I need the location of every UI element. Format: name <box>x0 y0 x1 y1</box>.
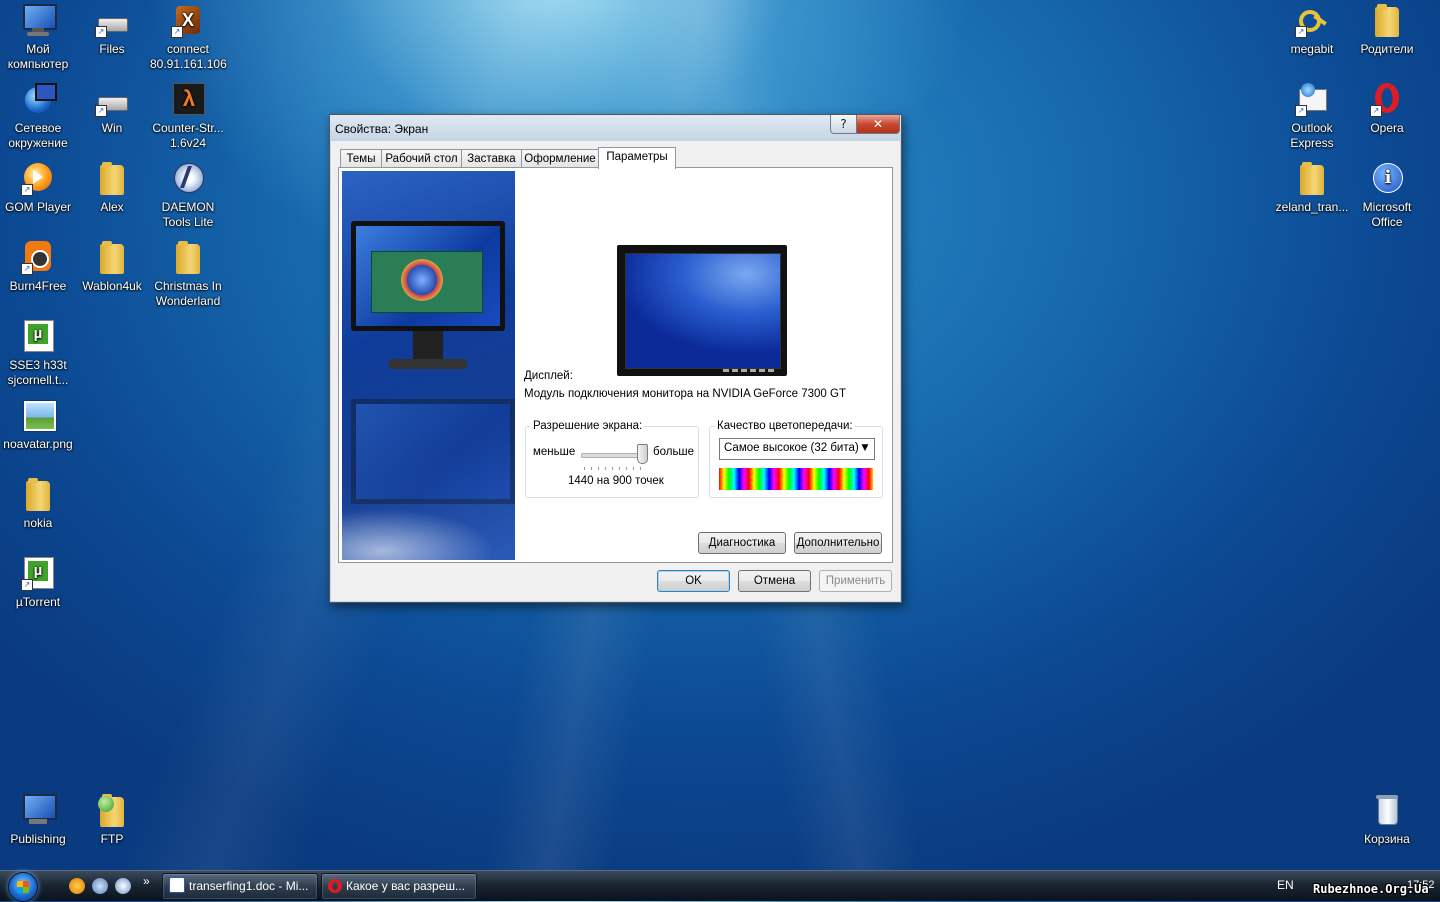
desktop-icon-microsoft-office[interactable]: i Microsoft Office <box>1349 162 1425 230</box>
desktop-icon-outlook-express[interactable]: ↗ Outlook Express <box>1274 83 1350 151</box>
color-quality-value: Самое высокое (32 бита) <box>724 442 859 454</box>
desktop-icon-megabit[interactable]: ↗ megabit <box>1274 4 1350 57</box>
desktop-icon-sse3-torrent[interactable]: µ SSE3 h33t sjcornell.t... <box>0 320 76 388</box>
recycle-bin-icon <box>1370 794 1404 828</box>
utorrent-file-icon: µ <box>21 320 55 354</box>
desktop-icon-noavatar[interactable]: noavatar.png <box>0 399 76 452</box>
desktop-icon-christmas-wonderland[interactable]: Christmas In Wonderland <box>150 241 226 309</box>
daemon-tools-icon <box>171 162 205 196</box>
resolution-group: Разрешение экрана: меньше больше 1440 на… <box>525 420 699 498</box>
burn4free-icon: ↗ <box>21 241 55 275</box>
show-desktop-quicklaunch-icon[interactable] <box>115 878 131 894</box>
start-button[interactable] <box>8 872 38 902</box>
diagnostics-button[interactable]: Диагностика <box>698 532 786 554</box>
tab-themes[interactable]: Темы <box>340 149 382 168</box>
desktop-icon-win[interactable]: ↗ Win <box>74 83 150 136</box>
color-spectrum-bar <box>719 468 873 490</box>
outlook-express-icon: ↗ <box>1295 83 1329 117</box>
word-doc-icon <box>169 877 185 893</box>
folder-icon <box>1295 162 1329 196</box>
desktop-icon-network[interactable]: Сетевое окружение <box>0 83 76 151</box>
dialog-title: Свойства: Экран <box>335 122 429 136</box>
ftp-icon <box>95 794 129 828</box>
opera-icon: ↗ <box>1370 83 1404 117</box>
taskbar-item-word-label: transerfing1.doc - Mi... <box>189 879 309 893</box>
utorrent-icon: µ ↗ <box>21 557 55 591</box>
tab-appearance[interactable]: Оформление <box>521 149 599 168</box>
vlc-quicklaunch-icon[interactable] <box>69 878 85 894</box>
network-icon <box>21 83 57 117</box>
dialog-titlebar[interactable]: Свойства: Экран ? ✕ <box>330 115 901 141</box>
nvidia-side-image <box>342 171 515 560</box>
publishing-icon <box>21 794 57 828</box>
browser-quicklaunch-icon[interactable] <box>92 878 108 894</box>
quicklaunch-more-icon[interactable]: » <box>143 874 150 888</box>
desktop-icon-opera[interactable]: ↗ Opera <box>1349 83 1425 136</box>
resolution-less-label: меньше <box>533 446 576 458</box>
connect-icon: X ↗ <box>171 4 205 38</box>
taskbar-item-opera[interactable]: Какое у вас разреш... <box>321 873 477 900</box>
display-value: Модуль подключения монитора на NVIDIA Ge… <box>524 388 846 400</box>
folder-icon <box>95 241 129 275</box>
folder-icon <box>21 478 55 512</box>
key-icon: ↗ <box>1295 4 1329 38</box>
image-file-icon <box>21 399 56 433</box>
monitor-preview <box>617 245 787 376</box>
folder-icon <box>1370 4 1404 38</box>
desktop-icon-utorrent[interactable]: µ ↗ µTorrent <box>0 557 76 610</box>
tab-desktop[interactable]: Рабочий стол <box>381 149 462 168</box>
resolution-title: Разрешение экрана: <box>531 420 645 432</box>
desktop-icon-zeland[interactable]: zeland_tran... <box>1274 162 1350 215</box>
taskbar-item-opera-label: Какое у вас разреш... <box>346 879 466 893</box>
cancel-button[interactable]: Отмена <box>738 570 811 592</box>
folder-icon <box>95 162 129 196</box>
resolution-value: 1440 на 900 точек <box>568 475 664 487</box>
resolution-slider-thumb[interactable] <box>637 444 648 464</box>
apply-button[interactable]: Применить <box>819 570 892 592</box>
resolution-more-label: больше <box>653 446 695 458</box>
desktop-icon-publishing[interactable]: Publishing <box>0 794 76 847</box>
desktop-icon-files[interactable]: ↗ Files <box>74 4 150 57</box>
color-quality-title: Качество цветопередачи: <box>715 420 855 432</box>
display-label: Дисплей: <box>524 370 573 382</box>
counter-strike-icon: λ <box>171 83 205 117</box>
settings-panel: Дисплей: Модуль подключения монитора на … <box>338 167 893 563</box>
advanced-button[interactable]: Дополнительно <box>794 532 882 554</box>
desktop-icon-wablon4uk[interactable]: Wablon4uk <box>74 241 150 294</box>
desktop-icon-parents[interactable]: Родители <box>1349 4 1425 57</box>
ok-button[interactable]: OK <box>657 570 730 592</box>
display-properties-dialog: Свойства: Экран ? ✕ Темы Рабочий стол За… <box>329 114 902 603</box>
drive-icon: ↗ <box>95 4 129 38</box>
desktop-icon-nokia[interactable]: nokia <box>0 478 76 531</box>
desktop-icon-gom-player[interactable]: ↗ GOM Player <box>0 162 76 215</box>
taskbar-item-word[interactable]: transerfing1.doc - Mi... <box>162 873 318 900</box>
color-quality-select[interactable]: Самое высокое (32 бита) ▼ <box>719 438 875 460</box>
desktop-icon-daemon-tools[interactable]: DAEMON Tools Lite <box>150 162 226 230</box>
color-quality-group: Качество цветопередачи: Самое высокое (3… <box>709 420 883 498</box>
language-indicator[interactable]: EN <box>1277 878 1294 892</box>
resolution-slider-ticks <box>584 467 644 470</box>
desktop-icon-connect[interactable]: X ↗ connect 80.91.161.106 <box>150 4 227 72</box>
drive-icon: ↗ <box>95 83 129 117</box>
desktop-icon-burn4free[interactable]: ↗ Burn4Free <box>0 241 76 294</box>
computer-icon <box>21 4 57 38</box>
folder-icon <box>171 241 205 275</box>
resolution-slider-track[interactable] <box>581 453 645 458</box>
chevron-down-icon: ▼ <box>861 443 869 453</box>
desktop-icon-counter-strike[interactable]: λ Counter-Str... 1.6v24 <box>150 83 226 151</box>
tab-settings[interactable]: Параметры <box>598 147 676 169</box>
info-icon: i <box>1370 162 1404 196</box>
desktop-icon-my-computer[interactable]: Мой компьютер <box>0 4 76 72</box>
watermark-text: Rubezhnoe.Org.Ua <box>1313 882 1429 896</box>
gom-player-icon: ↗ <box>21 162 55 196</box>
desktop-icon-ftp[interactable]: FTP <box>74 794 150 847</box>
taskbar: » transerfing1.doc - Mi... Какое у вас р… <box>0 870 1440 902</box>
desktop-icon-recycle-bin[interactable]: Корзина <box>1349 794 1425 847</box>
close-button[interactable]: ✕ <box>856 115 900 134</box>
help-button[interactable]: ? <box>830 115 857 134</box>
opera-icon <box>328 879 342 893</box>
tab-screensaver[interactable]: Заставка <box>461 149 522 168</box>
desktop-icon-alex[interactable]: Alex <box>74 162 150 215</box>
